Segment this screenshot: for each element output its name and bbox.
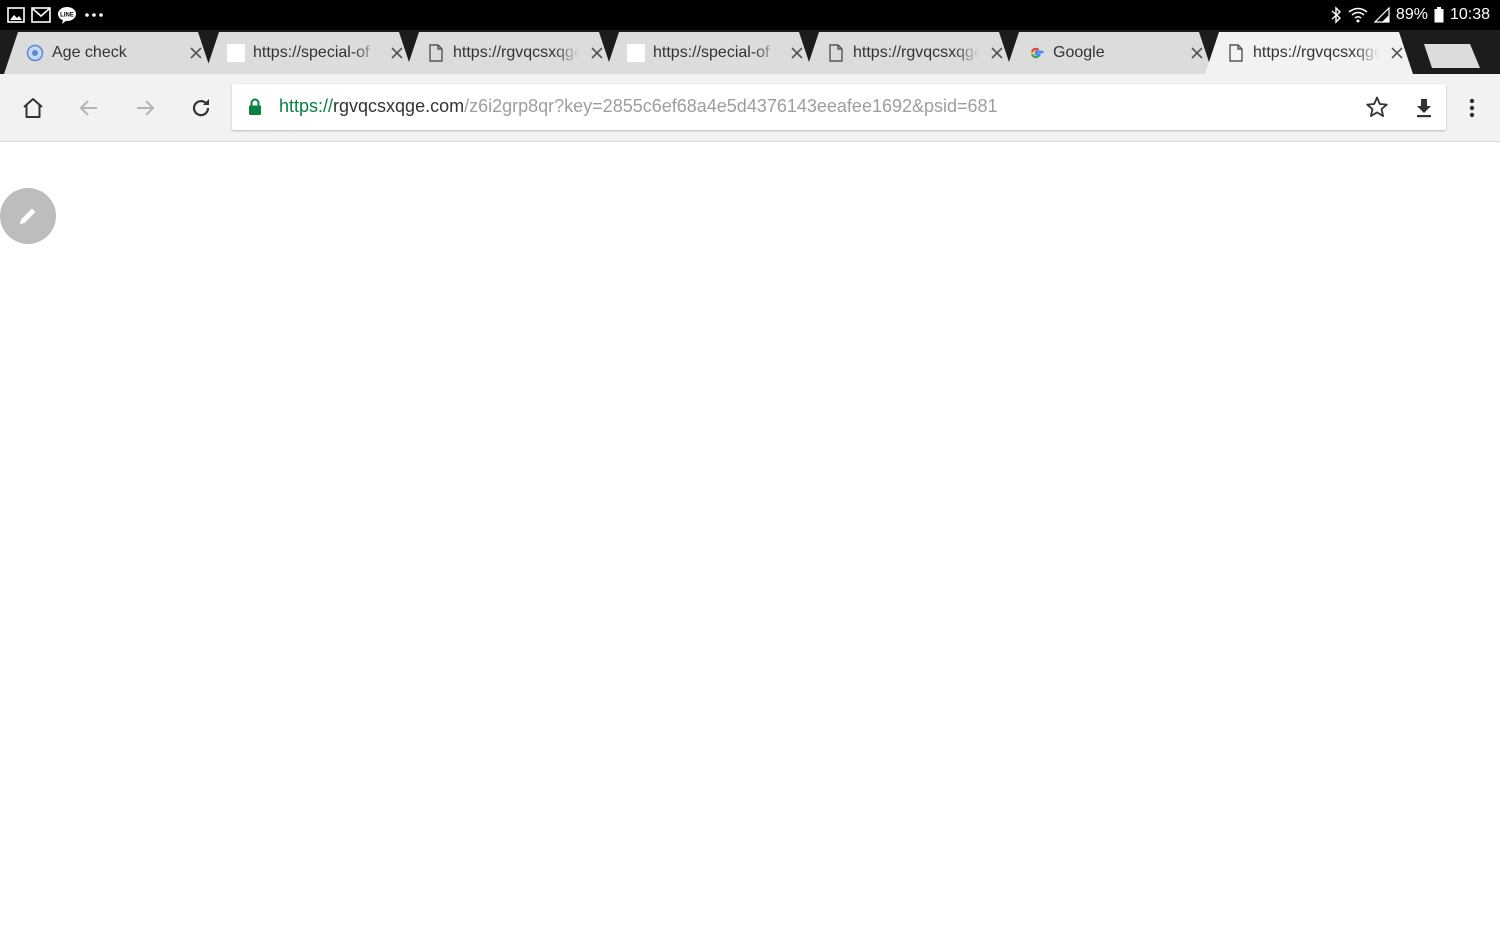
tab-special-offer-2[interactable]: https://special-of [605,32,813,74]
new-tab-button[interactable] [1424,44,1480,68]
url-text[interactable]: https://rgvqcsxqge.com/z6i2grp8qr?key=28… [279,96,998,117]
tab-rgvqcsxqge-active[interactable]: https://rgvqcsxqge [1205,32,1413,74]
blank-page-favicon [227,44,245,62]
document-favicon [827,44,845,62]
bluetooth-icon [1330,6,1342,24]
download-icon [1417,99,1431,118]
edit-fab-button[interactable] [0,188,56,244]
tab-title: https://rgvqcsxqge [453,44,579,61]
url-path: /z6i2grp8qr?key=2855c6ef68a4e5d4376143ee… [464,96,998,116]
close-icon[interactable] [188,45,204,61]
email-icon [31,7,51,23]
wifi-icon [1348,7,1368,23]
forward-arrow-icon [137,100,155,116]
tab-google[interactable]: Google [1005,32,1213,74]
download-button[interactable] [1410,94,1438,122]
battery-percent: 89% [1395,6,1428,23]
google-favicon [1027,44,1045,62]
address-bar[interactable]: https://rgvqcsxqge.com/z6i2grp8qr?key=28… [232,84,1446,130]
tab-title: https://rgvqcsxqge [1253,44,1379,61]
line-chat-icon: LINE [57,6,77,24]
close-icon[interactable] [1389,45,1405,61]
pencil-icon [20,208,36,224]
browser-toolbar: https://rgvqcsxqge.com/z6i2grp8qr?key=28… [0,74,1500,142]
url-scheme: https:// [279,96,334,116]
menu-button[interactable] [1458,94,1486,122]
close-icon[interactable] [989,45,1005,61]
gallery-icon [7,7,25,23]
back-button[interactable] [75,94,103,122]
svg-text:LINE: LINE [60,13,74,19]
reload-button[interactable] [187,94,215,122]
reload-icon [192,99,210,117]
tab-rgvqcsxqge-1[interactable]: https://rgvqcsxqge [405,32,613,74]
url-host: rgvqcsxqge.com [333,96,465,116]
close-icon[interactable] [1189,45,1205,61]
star-icon [1366,96,1388,117]
page-content [0,142,1500,938]
more-dots-icon [83,7,105,23]
battery-icon [1434,7,1444,23]
close-icon[interactable] [589,45,605,61]
notification-icons: LINE [7,4,105,26]
forward-button[interactable] [131,94,159,122]
status-bar: LINE 89% 10:38 [0,0,1500,30]
close-icon[interactable] [389,45,405,61]
tab-title: https://special-of [653,44,770,61]
blank-page-favicon [627,44,645,62]
back-arrow-icon [79,100,97,116]
clock: 10:38 [1449,6,1490,23]
tab-rgvqcsxqge-2[interactable]: https://rgvqcsxqge [805,32,1013,74]
age-check-favicon [26,44,44,62]
document-favicon [1227,44,1245,62]
signal-icon [1373,7,1390,23]
tab-strip: Age check https://special-of https://rgv… [0,30,1500,74]
close-icon[interactable] [789,45,805,61]
tab-age-check[interactable]: Age check [4,32,212,74]
system-status: 89% 10:38 [1330,4,1490,26]
home-button[interactable] [19,94,47,122]
document-favicon [427,44,445,62]
lock-icon[interactable] [248,98,262,121]
bookmark-button[interactable] [1363,93,1391,121]
tab-title: https://special-of [253,44,370,61]
tab-title: Age check [52,44,127,61]
tab-title: Google [1053,44,1105,61]
home-icon [23,98,43,118]
tab-special-offer-1[interactable]: https://special-of [205,32,413,74]
kebab-menu-icon [1469,98,1475,118]
tab-title: https://rgvqcsxqge [853,44,979,61]
